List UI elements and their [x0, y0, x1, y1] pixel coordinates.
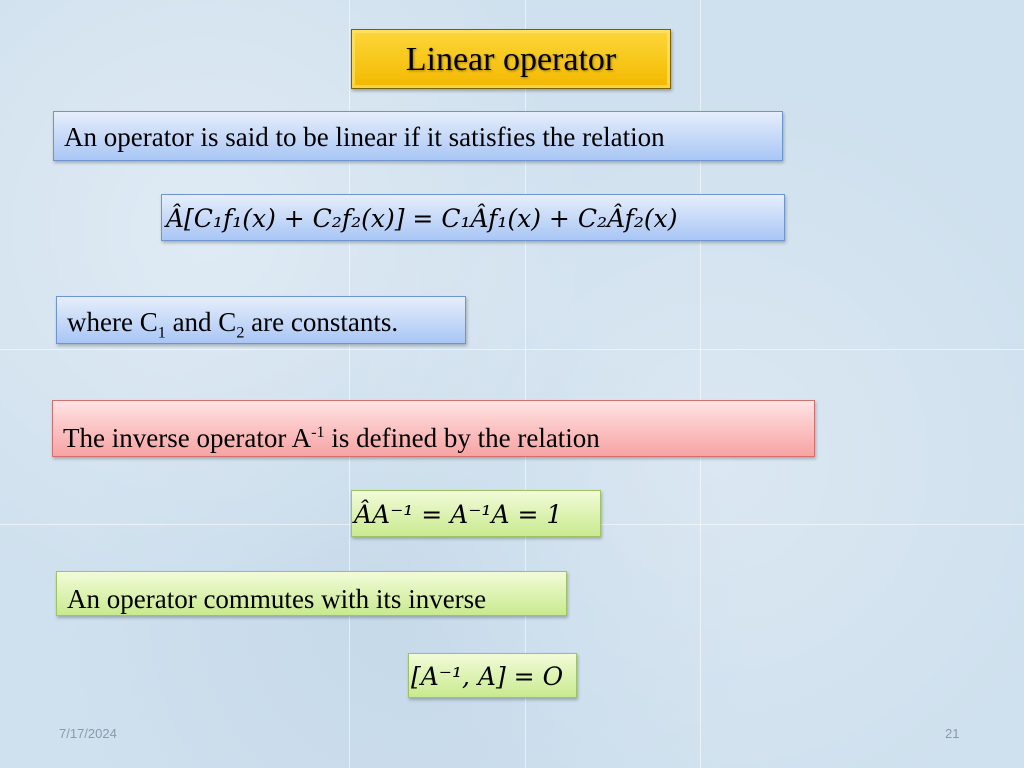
inverse-equation-box: ÂA⁻¹ = A⁻¹A = 1 [351, 490, 601, 537]
inverse-superscript: -1 [311, 423, 325, 441]
subscript-1: 1 [157, 323, 166, 342]
equation-equals: = [412, 204, 434, 233]
footer-page-number: 21 [945, 726, 960, 741]
equation-rhs: C₁Âf₁(x) + C₂Âf₂(x) [441, 204, 678, 233]
constants-text-suffix: are constants. [244, 307, 399, 337]
commute-statement-text: An operator commutes with its inverse [67, 584, 487, 614]
commute-statement-box: An operator commutes with its inverse [56, 571, 567, 616]
constants-note-box: where C1 and C2 are constants. [56, 296, 466, 344]
slide-title: Linear operator [351, 29, 671, 89]
inverse-definition-box: The inverse operator A-1 is defined by t… [52, 400, 815, 457]
constants-text-prefix: where C [67, 307, 158, 337]
footer-date: 7/17/2024 [59, 726, 117, 741]
constants-text-middle: and C [165, 307, 237, 337]
linear-equation-box: Â[C₁f₁(x) + C₂f₂(x)] = C₁Âf₁(x) + C₂Âf₂(… [161, 194, 785, 241]
linear-definition-box: An operator is said to be linear if it s… [53, 111, 783, 161]
linear-definition-text: An operator is said to be linear if it s… [64, 122, 665, 152]
equation-lhs: Â[C₁f₁(x) + C₂f₂(x)] [166, 204, 405, 233]
grid-line [0, 349, 1024, 350]
inverse-text-suffix: is defined by the relation [324, 423, 600, 453]
commutator-equation: [A⁻¹, A] = O [411, 662, 564, 691]
commutator-equation-box: [A⁻¹, A] = O [408, 653, 577, 698]
inverse-text-prefix: The inverse operator A [63, 423, 312, 453]
inverse-equation: ÂA⁻¹ = A⁻¹A = 1 [354, 500, 563, 529]
